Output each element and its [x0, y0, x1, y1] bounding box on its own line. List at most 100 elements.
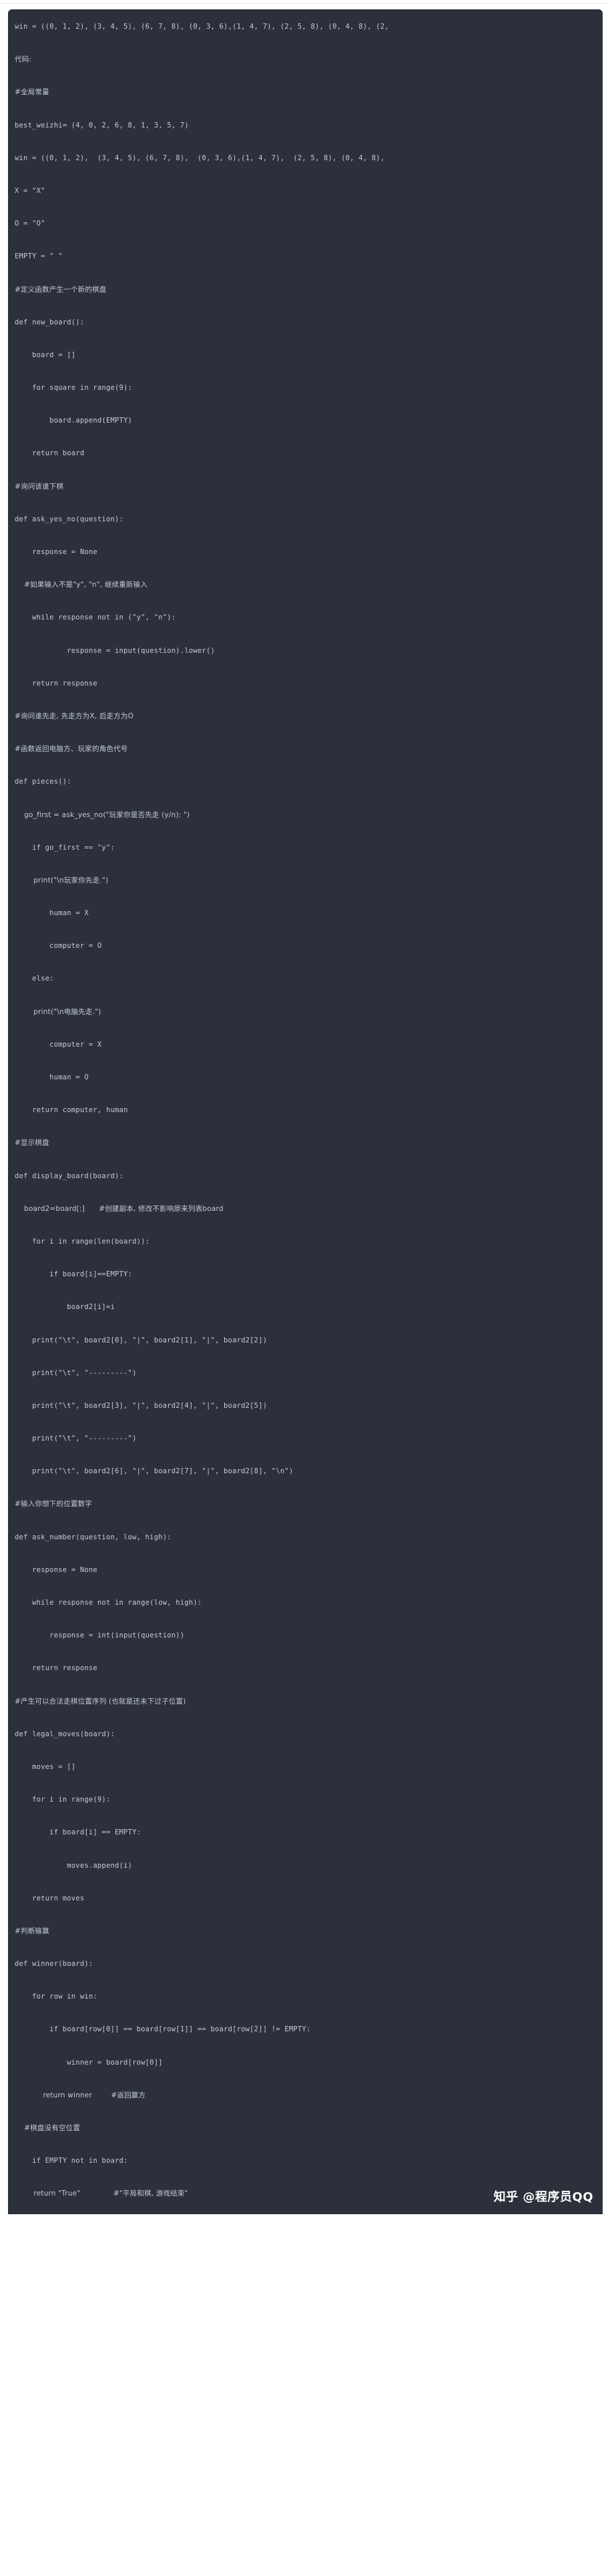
code-line: human = O	[15, 1073, 89, 1081]
code-line: def ask_number(question, low, high):	[15, 1533, 172, 1541]
code-line: response = int(input(question))	[15, 1631, 185, 1640]
code-line: board = []	[15, 350, 76, 359]
code-line: print("\t", board2[6], "|", board2[7], "…	[15, 1467, 294, 1476]
code-line: for i in range(9):	[15, 1796, 111, 1804]
code-line: if board[i]==EMPTY:	[15, 1270, 133, 1279]
code-line: winner = board[row[0]]	[15, 2058, 163, 2067]
code-line: #函数返回电脑方、玩家的角色代号	[15, 745, 128, 754]
code-line: board.append(EMPTY)	[15, 417, 133, 425]
code-line: return response	[15, 1664, 97, 1673]
code-line: #询问谁先走, 先走方为X, 后走方为O	[15, 712, 134, 720]
code-line: response = None	[15, 548, 97, 556]
code-line: def new_board():	[15, 318, 85, 326]
code-line: #判断输赢	[15, 1926, 49, 1935]
code-line: print("\t", "---------")	[15, 1368, 137, 1377]
code-line: #输入你想下的位置数字	[15, 1500, 92, 1509]
code-block: win = ((0, 1, 2), (3, 4, 5), (6, 7, 8), …	[8, 9, 603, 2214]
code-line: print("\t", "---------")	[15, 1435, 137, 1443]
code-line: return board	[15, 449, 85, 458]
code-line: board2[i]=i	[15, 1303, 115, 1312]
code-line: computer = O	[15, 942, 102, 951]
code-line: print("\n玩家你先走.")	[15, 876, 109, 884]
code-line: response = input(question).lower()	[15, 646, 215, 655]
code-line: def ask_yes_no(question):	[15, 515, 124, 523]
code-line: print("\n电脑先走.")	[15, 1007, 101, 1016]
code-line: O = "O"	[15, 220, 45, 228]
code-line: win = ((0, 1, 2), (3, 4, 5), (6, 7, 8), …	[15, 154, 385, 162]
code-line: moves.append(i)	[15, 1861, 133, 1870]
code-lines-container: win = ((0, 1, 2), (3, 4, 5), (6, 7, 8), …	[8, 19, 603, 2202]
code-line: return computer, human	[15, 1106, 128, 1115]
code-line: go_first = ask_yes_no("玩家你是否先走 (y/n): ")	[15, 810, 190, 819]
code-line: def legal_moves(board):	[15, 1730, 115, 1738]
code-line: computer = X	[15, 1040, 102, 1049]
code-line: X = "X"	[15, 186, 45, 195]
code-line: 代码:	[15, 55, 32, 64]
code-line: response = None	[15, 1565, 97, 1574]
code-line: return winner #返回赢方	[15, 2091, 146, 2099]
code-line: def winner(board):	[15, 1960, 93, 1969]
code-line: #产生可以合法走棋位置序列 (也就是还未下过子位置)	[15, 1697, 186, 1706]
code-line: best_weizhi= (4, 0, 2, 6, 8, 1, 3, 5, 7)	[15, 121, 189, 130]
code-line: #如果输入不是"y", "n", 继续重新输入	[15, 581, 148, 589]
code-line: return moves	[15, 1894, 85, 1902]
code-line: return response	[15, 679, 97, 688]
code-line: #显示棋盘	[15, 1139, 49, 1147]
zhihu-watermark: 知乎 @程序员QQ	[493, 2189, 593, 2204]
code-line: if EMPTY not in board:	[15, 2157, 128, 2165]
code-line: #全局常量	[15, 88, 49, 97]
code-line: for i in range(len(board)):	[15, 1237, 150, 1246]
code-line: if board[i] == EMPTY:	[15, 1828, 141, 1837]
code-line: print("\t", board2[0], "|", board2[1], "…	[15, 1336, 268, 1344]
code-line: while response not in range(low, high):	[15, 1599, 202, 1607]
code-line: for row in win:	[15, 1993, 97, 2001]
code-line: print("\t", board2[3], "|", board2[4], "…	[15, 1401, 268, 1410]
